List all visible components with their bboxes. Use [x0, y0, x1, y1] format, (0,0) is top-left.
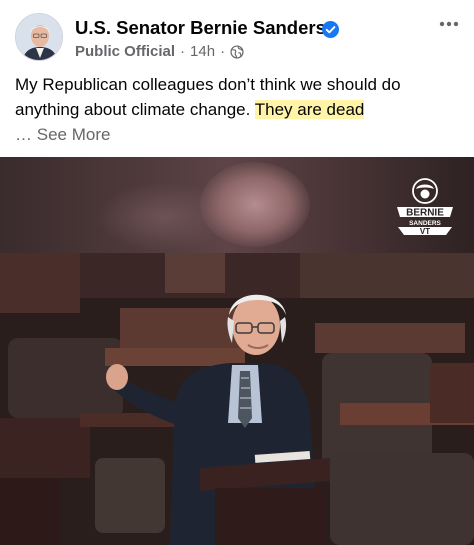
logo-text-vt: VT: [420, 227, 430, 236]
post-meta: Public Official · 14h ·: [75, 43, 244, 60]
post-header: U.S. Senator Bernie Sanders Public Offic…: [0, 0, 474, 68]
globe-icon: [230, 44, 244, 59]
verified-badge-icon: [322, 21, 339, 38]
bernie-logo: BERNIE SANDERS VT: [397, 178, 453, 236]
logo-text-sanders: SANDERS: [409, 220, 441, 227]
post-text: My Republican colleagues don’t think we …: [15, 72, 459, 147]
logo-text-bernie: BERNIE: [406, 208, 444, 219]
senate-floor-scene: [0, 253, 474, 545]
see-more-link[interactable]: See More: [37, 125, 111, 144]
author-name[interactable]: U.S. Senator Bernie Sanders: [75, 17, 326, 39]
author-avatar[interactable]: [15, 13, 63, 61]
text-ellipsis: …: [15, 125, 32, 144]
post-video[interactable]: BERNIE SANDERS VT: [0, 157, 474, 545]
more-options-icon[interactable]: [437, 14, 461, 34]
author-role: Public Official: [75, 43, 176, 60]
meta-separator: ·: [220, 43, 226, 60]
post-text-highlight: They are dead: [254, 100, 365, 119]
post-timestamp[interactable]: 14h: [190, 43, 215, 60]
meta-separator: ·: [180, 43, 186, 60]
